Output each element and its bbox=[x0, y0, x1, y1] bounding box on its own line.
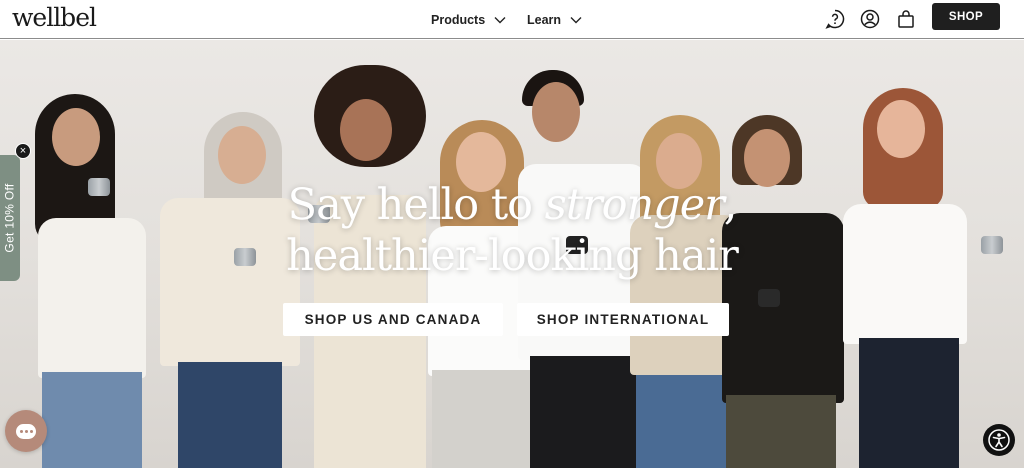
nav-products[interactable]: Products bbox=[431, 0, 506, 39]
site-header: wellbel Products Learn SHOP bbox=[0, 0, 1024, 39]
shop-button[interactable]: SHOP bbox=[932, 3, 1000, 30]
close-icon[interactable]: × bbox=[15, 143, 31, 159]
accessibility-icon[interactable] bbox=[983, 424, 1015, 456]
discount-label: Get 10% Off bbox=[3, 183, 17, 253]
hero-banner: Say hello to stronger, healthier-looking… bbox=[0, 40, 1024, 468]
chat-bubble-icon bbox=[16, 423, 36, 439]
headline-line-1: Say hello to stronger, bbox=[0, 180, 1024, 230]
headline-text: Say hello to bbox=[287, 180, 545, 230]
headline-comma: , bbox=[723, 180, 738, 230]
shop-international-button[interactable]: SHOP INTERNATIONAL bbox=[517, 303, 729, 336]
headline-line-2: healthier-looking hair bbox=[286, 231, 739, 281]
help-icon[interactable] bbox=[823, 7, 847, 31]
hero-person bbox=[722, 115, 847, 468]
chat-icon[interactable] bbox=[5, 410, 47, 452]
hero-person bbox=[150, 112, 310, 468]
chevron-down-icon bbox=[570, 16, 582, 23]
chevron-down-icon bbox=[494, 16, 506, 23]
discount-side-tab[interactable]: Get 10% Off bbox=[0, 155, 20, 281]
hero-headline: Say hello to stronger, healthier-looking… bbox=[0, 180, 1024, 282]
headline-emphasis: stronger bbox=[544, 180, 725, 230]
nav-learn-label: Learn bbox=[527, 12, 562, 27]
shop-us-canada-button[interactable]: SHOP US AND CANADA bbox=[283, 303, 503, 336]
cart-icon[interactable] bbox=[894, 7, 918, 31]
nav-learn[interactable]: Learn bbox=[527, 0, 582, 39]
nav-products-label: Products bbox=[431, 12, 486, 27]
brand-logo[interactable]: wellbel bbox=[12, 3, 97, 32]
account-icon[interactable] bbox=[858, 7, 882, 31]
